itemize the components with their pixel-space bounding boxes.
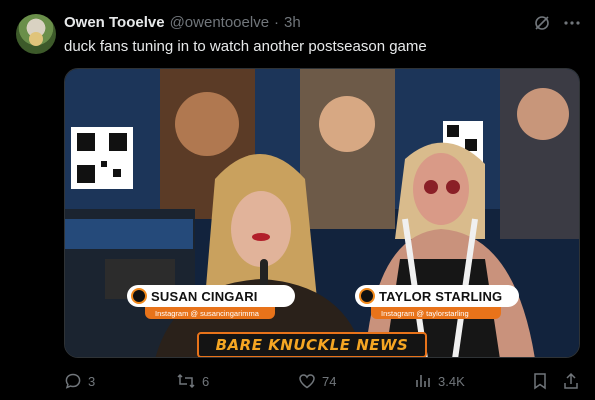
show-banner: BARE KNUCKLE NEWS <box>197 332 427 357</box>
tweet-top-actions <box>533 14 581 32</box>
like-icon <box>298 372 316 390</box>
avatar[interactable] <box>16 14 56 54</box>
reply-count: 3 <box>88 373 96 389</box>
repost-count: 6 <box>202 373 210 389</box>
tweet-text: duck fans tuning in to watch another pos… <box>64 38 427 55</box>
tweet-header: Owen Tooelve @owentooelve · 3h <box>64 14 301 31</box>
like-button[interactable]: 74 <box>298 372 336 390</box>
left-instagram: Instagram @ susancingarimma <box>155 308 259 318</box>
repost-icon <box>176 372 196 390</box>
right-instagram-bar: Instagram @ taylorstarling <box>371 307 501 319</box>
share-button[interactable] <box>562 372 580 390</box>
bookmark-button[interactable] <box>532 372 548 390</box>
tweet-media[interactable]: SUSAN CINGARI Instagram @ susancingarimm… <box>64 68 580 358</box>
repost-button[interactable]: 6 <box>176 372 209 390</box>
right-name: TAYLOR STARLING <box>379 288 503 304</box>
more-icon[interactable] <box>563 14 581 32</box>
right-instagram: Instagram @ taylorstarling <box>381 308 469 318</box>
left-nameplate: SUSAN CINGARI <box>127 285 295 307</box>
like-count: 74 <box>322 373 337 389</box>
media-photo <box>65 69 579 357</box>
tweet-actions: 3 6 74 3.4K <box>64 372 584 392</box>
timestamp[interactable]: 3h <box>284 14 301 31</box>
bkn-logo-icon <box>359 288 375 304</box>
left-instagram-bar: Instagram @ susancingarimma <box>145 307 275 319</box>
views-icon <box>414 372 432 390</box>
bkn-logo-icon <box>131 288 147 304</box>
reply-button[interactable]: 3 <box>64 372 95 390</box>
right-nameplate: TAYLOR STARLING <box>355 285 519 307</box>
bookmark-icon <box>532 372 548 390</box>
display-name[interactable]: Owen Tooelve <box>64 14 165 31</box>
separator: · <box>274 14 280 31</box>
share-icon <box>562 372 580 390</box>
views-count: 3.4K <box>438 373 465 389</box>
reply-icon <box>64 372 82 390</box>
grok-icon[interactable] <box>533 14 551 32</box>
views-button[interactable]: 3.4K <box>414 372 465 390</box>
left-name: SUSAN CINGARI <box>151 288 258 304</box>
user-handle[interactable]: @owentooelve <box>170 14 269 31</box>
